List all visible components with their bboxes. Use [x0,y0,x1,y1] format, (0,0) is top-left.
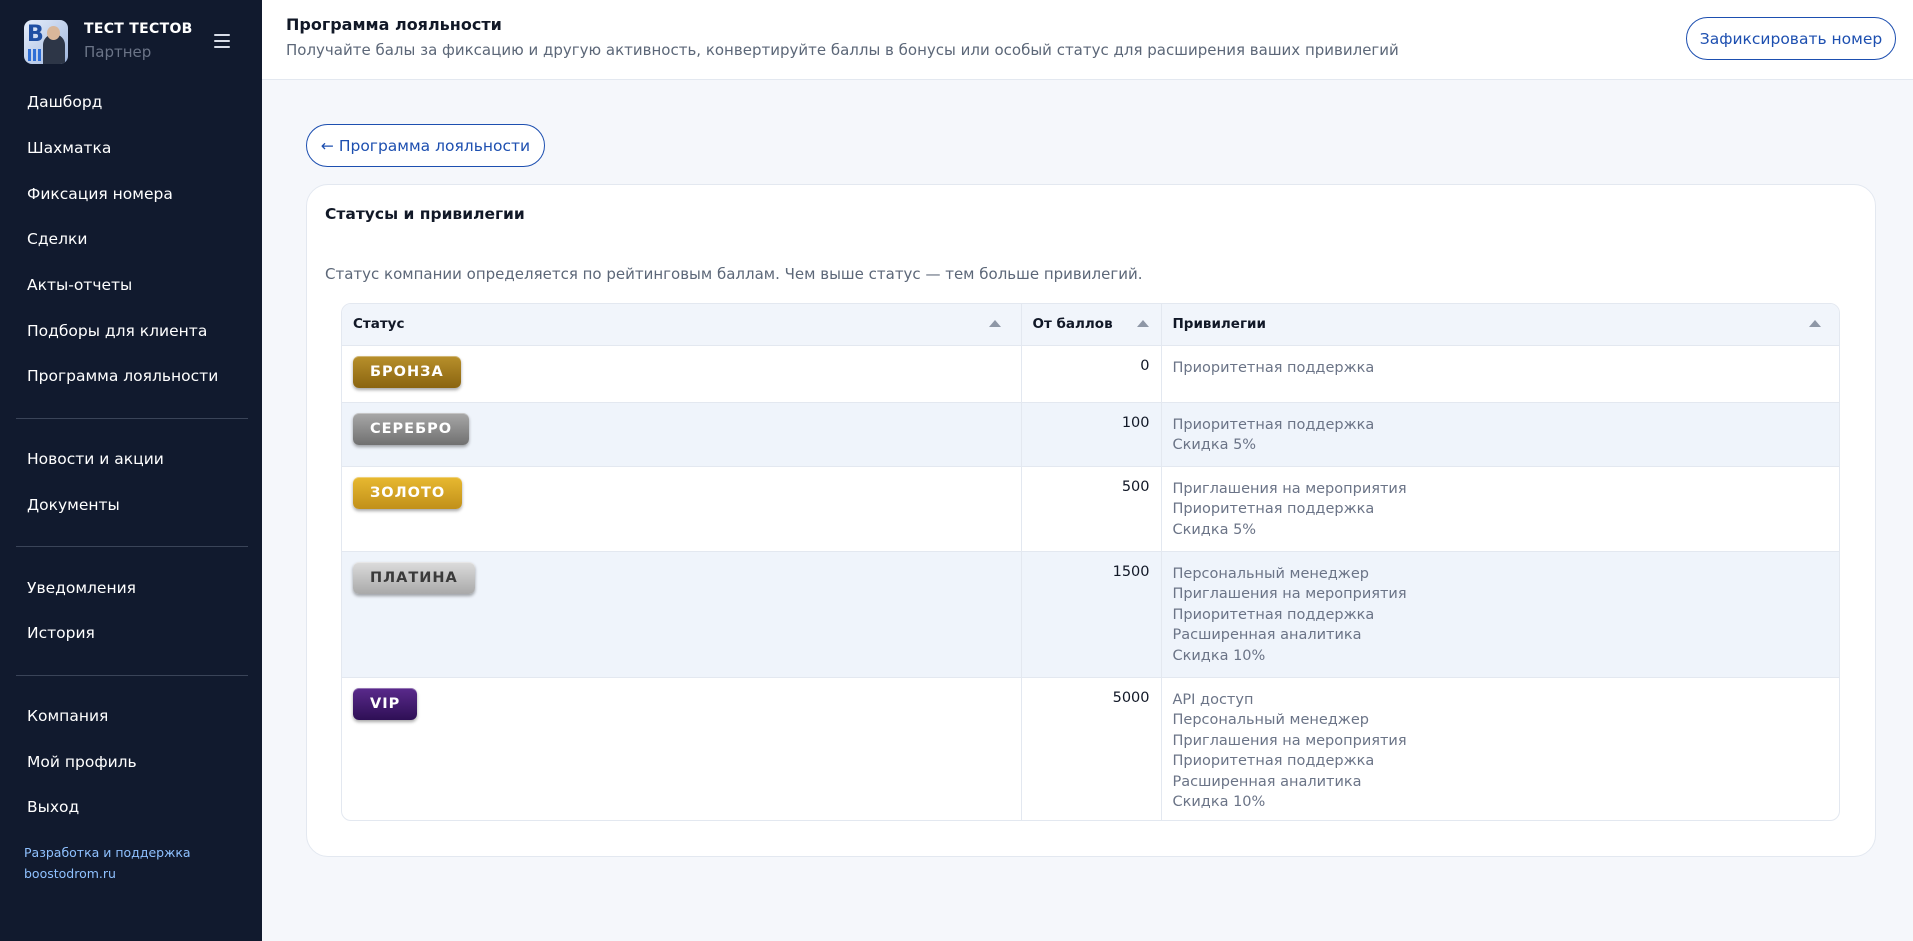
table-row: VIP 5000 API доступ Персональный менедже… [342,677,1839,820]
sidebar-item-chessboard[interactable]: Шахматка [27,139,111,157]
sidebar-item-deals[interactable]: Сделки [27,230,87,248]
privilege-item: Приоритетная поддержка [1172,606,1375,623]
status-badge-gold: ЗОЛОТО [353,476,463,509]
status-cell: ПЛАТИНА [342,551,1021,678]
points-cell: 100 [1020,402,1161,467]
points-cell: 500 [1020,466,1161,552]
avatar: B [24,20,68,64]
sidebar-item-acts-reports[interactable]: Акты-отчеты [27,276,132,294]
privileges-cell: Приоритетная поддержка Скидка 5% [1160,402,1839,467]
privilege-item: Приглашения на мероприятия [1172,586,1407,602]
hamburger-icon[interactable] [214,34,230,48]
sidebar-item-dashboard[interactable]: Дашборд [27,93,102,111]
sidebar-divider [16,418,248,419]
page-title: Программа лояльности [286,15,502,34]
column-header-label: От баллов [1032,316,1113,333]
privilege-item: Скидка 10% [1172,647,1266,664]
status-badge-bronze: БРОНЗА [353,355,461,388]
footer-site-link[interactable]: boostodrom.ru [24,866,116,881]
column-header-label: Привилегии [1172,316,1266,333]
status-badge-vip: VIP [353,687,418,720]
sidebar-item-number-fixation[interactable]: Фиксация номера [27,185,173,203]
sidebar-divider [16,546,248,547]
column-header-status[interactable]: Статус [342,304,1021,346]
status-badge-silver: СЕРЕБРО [353,412,470,445]
statuses-table: Статус От баллов Привилегии БРОНЗА 0 При… [342,304,1839,820]
column-header-privileges[interactable]: Привилегии [1160,304,1839,346]
table-header-row: Статус От баллов Привилегии [342,304,1839,346]
fix-number-button[interactable]: Зафиксировать номер [1686,17,1896,60]
privilege-item: Расширенная аналитика [1172,627,1362,643]
footer-support-label[interactable]: Разработка и поддержка [24,845,191,860]
sidebar-item-history[interactable]: История [27,624,95,642]
privilege-item: Скидка 10% [1172,794,1266,810]
sidebar-item-loyalty-program[interactable]: Программа лояльности [27,367,218,385]
card-description: Статус компании определяется по рейтинго… [325,265,1143,283]
privilege-item: Приоритетная поддержка [1172,501,1375,517]
privilege-item: Приглашения на мероприятия [1172,732,1407,749]
sidebar-item-logout[interactable]: Выход [27,798,79,816]
sidebar-item-documents[interactable]: Документы [27,496,120,514]
privilege-item: API доступ [1172,691,1254,708]
sort-up-icon[interactable] [1136,320,1149,327]
card-title: Статусы и привилегии [325,205,525,223]
table-row: ЗОЛОТО 500 Приглашения на мероприятия Пр… [342,466,1839,552]
profile-role: Партнер [84,43,152,61]
privileges-cell: Приоритетная поддержка [1160,345,1839,403]
table-row: ПЛАТИНА 1500 Персональный менеджер Пригл… [342,551,1839,678]
points-cell: 5000 [1020,677,1161,820]
status-badge-platinum: ПЛАТИНА [353,561,475,594]
status-cell: ЗОЛОТО [342,466,1021,552]
privilege-item: Скидка 5% [1172,521,1257,538]
privileges-cell: Приглашения на мероприятия Приоритетная … [1160,466,1839,552]
sidebar-item-company[interactable]: Компания [27,707,108,725]
privilege-item: Приглашения на мероприятия [1172,480,1407,497]
privilege-item: Скидка 5% [1172,437,1257,453]
sidebar-item-client-selections[interactable]: Подборы для клиента [27,322,207,340]
privileges-cell: API доступ Персональный менеджер Приглаш… [1160,677,1839,820]
privilege-item: Приоритетная поддержка [1172,416,1375,433]
sidebar-item-my-profile[interactable]: Мой профиль [27,753,137,771]
column-header-points[interactable]: От баллов [1020,304,1161,346]
column-header-label: Статус [353,316,405,333]
sidebar-item-news[interactable]: Новости и акции [27,450,164,468]
table-row: БРОНЗА 0 Приоритетная поддержка [342,345,1839,403]
sort-up-icon[interactable] [1809,320,1821,327]
privilege-item: Расширенная аналитика [1172,773,1362,790]
sidebar-item-notifications[interactable]: Уведомления [27,579,136,597]
status-cell: VIP [342,677,1021,820]
privilege-item: Персональный менеджер [1172,712,1370,728]
table-row: СЕРЕБРО 100 Приоритетная поддержка Скидк… [342,402,1839,467]
sidebar-divider [16,675,248,676]
page-subtitle: Получайте балы за фиксацию и другую акти… [286,41,1399,59]
profile-block[interactable]: B ТЕСТ ТЕСТОВ Партнер [24,20,238,64]
sidebar: B ТЕСТ ТЕСТОВ Партнер Дашборд Шахматка Ф… [0,0,262,941]
privilege-item: Персональный менеджер [1172,565,1370,582]
sort-up-icon[interactable] [988,320,1001,327]
points-cell: 0 [1020,345,1161,403]
privilege-item: Приоритетная поддержка [1172,753,1375,769]
status-cell: СЕРЕБРО [342,402,1021,467]
points-cell: 1500 [1020,551,1161,678]
privilege-item: Приоритетная поддержка [1172,359,1375,376]
back-to-loyalty-button[interactable]: ← Программа лояльности [306,124,545,167]
profile-name: ТЕСТ ТЕСТОВ [84,21,193,37]
statuses-card: Статусы и привилегии Статус компании опр… [306,184,1876,857]
statuses-table-container: Статус От баллов Привилегии БРОНЗА 0 При… [341,303,1840,821]
page-header: Программа лояльности Получайте балы за ф… [262,0,1913,80]
privileges-cell: Персональный менеджер Приглашения на мер… [1160,551,1839,678]
status-cell: БРОНЗА [342,345,1021,403]
